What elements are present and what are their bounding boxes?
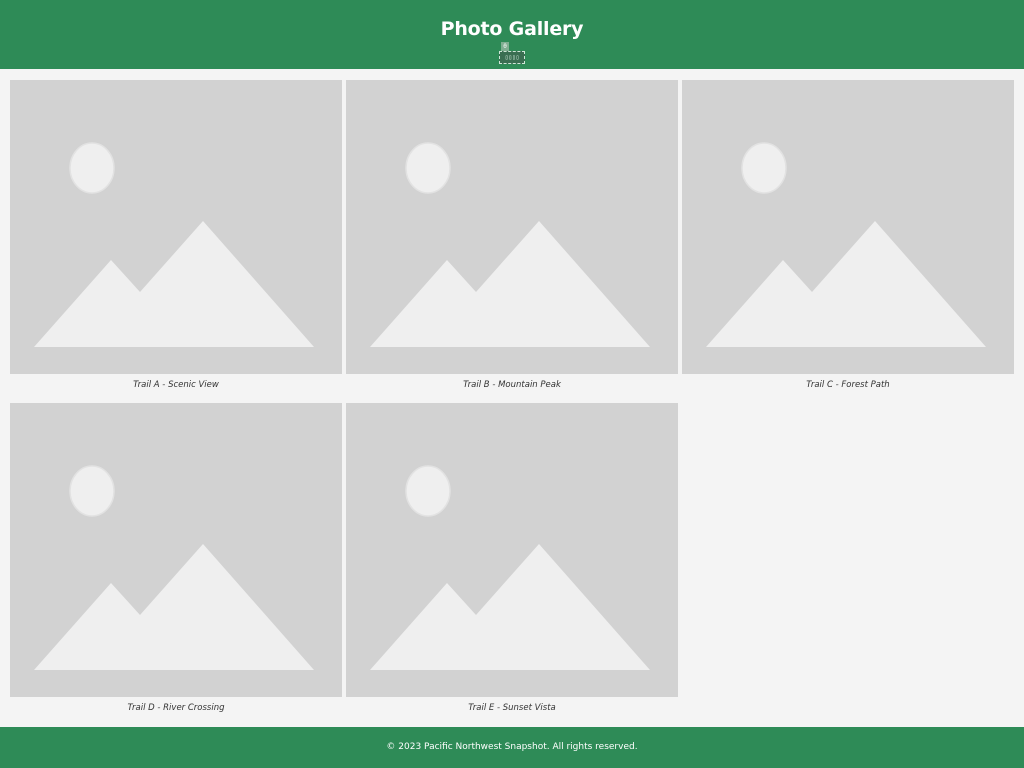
gallery-card: Trail C - Forest Path [682, 80, 1014, 412]
copyright-text: © 2023 Pacific Northwest Snapshot. All r… [386, 742, 638, 752]
gallery-photo[interactable] [346, 403, 678, 697]
header-badge: 0 [501, 42, 509, 51]
image-placeholder-icon [370, 142, 650, 347]
gallery-card: Trail E - Sunset Vista [346, 403, 678, 735]
image-placeholder-icon [34, 465, 314, 670]
gallery-photo[interactable] [10, 403, 342, 697]
photo-caption: Trail E - Sunset Vista [468, 703, 556, 713]
gallery-photo[interactable] [346, 80, 678, 374]
gallery-card: Trail B - Mountain Peak [346, 80, 678, 412]
gallery-card: Trail A - Scenic View [10, 80, 342, 412]
gallery-photo[interactable] [10, 80, 342, 374]
image-placeholder-icon [34, 142, 314, 347]
gallery-card: Trail D - River Crossing [10, 403, 342, 735]
photo-caption: Trail D - River Crossing [127, 703, 225, 713]
site-header: Photo Gallery 0 ▯▯▯▯ [0, 0, 1024, 69]
photo-caption: Trail B - Mountain Peak [463, 380, 561, 390]
gallery-photo[interactable] [682, 80, 1014, 374]
image-placeholder-icon [370, 465, 650, 670]
photo-caption: Trail A - Scenic View [133, 380, 219, 390]
header-toggle-button[interactable]: ▯▯▯▯ [499, 51, 525, 64]
image-placeholder-icon [706, 142, 986, 347]
photo-caption: Trail C - Forest Path [806, 380, 890, 390]
page-title: Photo Gallery [440, 18, 584, 40]
site-footer: © 2023 Pacific Northwest Snapshot. All r… [0, 727, 1024, 768]
